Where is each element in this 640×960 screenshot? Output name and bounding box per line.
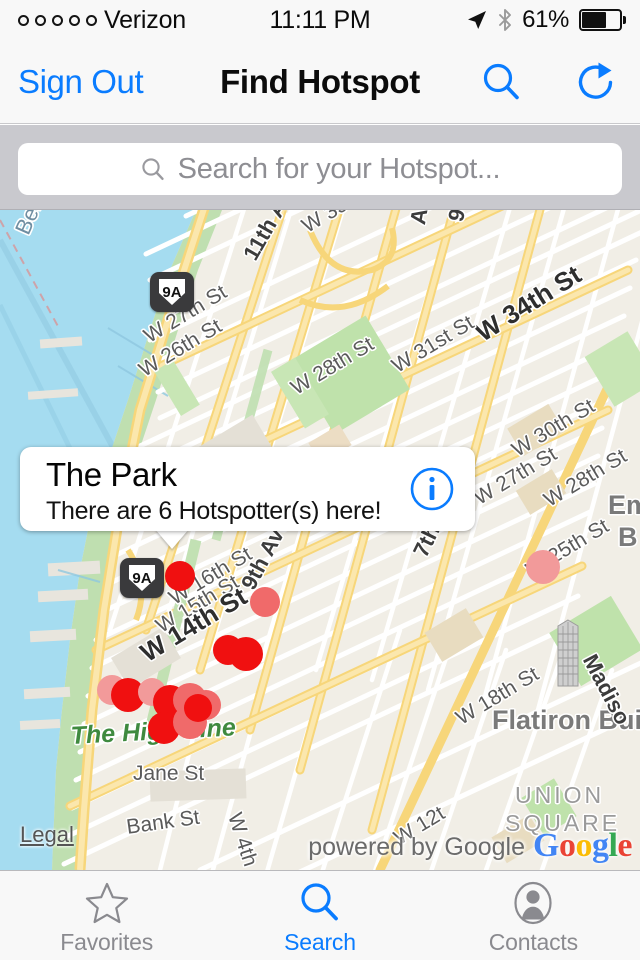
- map-callout[interactable]: The Park There are 6 Hotspotter(s) here!: [20, 447, 475, 531]
- battery-percent-label: 61%: [522, 6, 569, 33]
- tab-contacts[interactable]: Contacts: [427, 871, 640, 960]
- callout-pointer: [155, 529, 189, 549]
- tab-search[interactable]: Search: [213, 871, 426, 960]
- status-bar-right: 61%: [466, 0, 626, 40]
- tab-favorites[interactable]: Favorites: [0, 871, 213, 960]
- highway-shield-icon: 9A: [150, 272, 194, 312]
- nav-right-group: [480, 40, 618, 124]
- info-circle-icon[interactable]: [409, 466, 455, 512]
- hotspot-marker[interactable]: [165, 561, 195, 591]
- status-bar: Verizon 11:11 PM 61%: [0, 0, 640, 40]
- map-view[interactable]: Belford - W11th AveW 35th StAve9th AveW …: [0, 210, 640, 870]
- attribution-text: powered by Google: [308, 833, 525, 861]
- clock-label: 11:11 PM: [269, 5, 371, 34]
- person-circle-icon: [510, 880, 556, 926]
- hotspot-marker[interactable]: [184, 694, 212, 722]
- app-root: Verizon 11:11 PM 61% Sign Out Find Hotsp…: [0, 0, 640, 960]
- legal-link[interactable]: Legal: [20, 822, 74, 848]
- tab-label-search: Search: [284, 928, 356, 955]
- map-canvas: [0, 210, 640, 870]
- tab-label-contacts: Contacts: [488, 928, 578, 955]
- battery-icon: [579, 9, 626, 31]
- hotspot-marker[interactable]: [526, 550, 560, 584]
- star-icon: [84, 880, 130, 926]
- highway-shield-icon: 9A: [120, 558, 164, 598]
- callout-subtitle: There are 6 Hotspotter(s) here!: [46, 497, 382, 525]
- refresh-icon[interactable]: [574, 60, 618, 104]
- svg-text:9A: 9A: [132, 570, 151, 587]
- location-arrow-icon: [466, 9, 488, 31]
- navigation-bar: Sign Out Find Hotspot: [0, 40, 640, 124]
- search-input[interactable]: Search for your Hotspot...: [18, 143, 622, 195]
- tab-label-favorites: Favorites: [60, 928, 154, 955]
- google-logo: Google: [533, 826, 632, 864]
- svg-text:9A: 9A: [162, 284, 181, 301]
- search-bar-container: Search for your Hotspot...: [0, 125, 640, 210]
- bluetooth-icon: [498, 9, 512, 31]
- flatiron-building-icon: [557, 619, 579, 687]
- hotspot-marker[interactable]: [250, 587, 280, 617]
- search-icon: [297, 880, 343, 926]
- callout-title: The Park: [46, 456, 177, 493]
- hotspot-marker[interactable]: [229, 637, 263, 671]
- tab-bar: Favorites Search Contacts: [0, 870, 640, 960]
- search-icon: [140, 156, 166, 182]
- search-icon[interactable]: [480, 60, 524, 104]
- google-attribution: powered by Google Google: [308, 826, 632, 864]
- search-placeholder: Search for your Hotspot...: [177, 152, 501, 185]
